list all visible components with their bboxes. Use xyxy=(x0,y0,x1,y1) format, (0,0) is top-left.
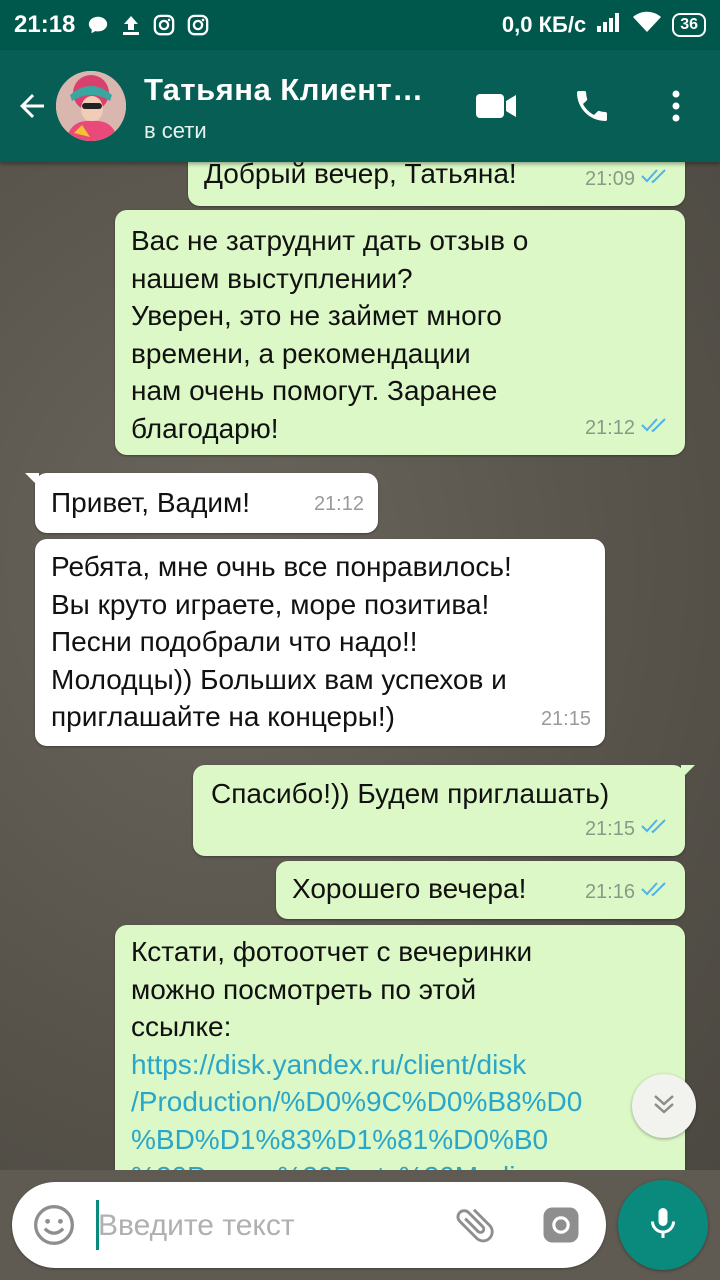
message-outgoing[interactable]: Спасибо!)) Будем приглашать) 21:15 xyxy=(193,765,695,856)
message-text: Кстати, фотоотчет с вечеринки можно посм… xyxy=(131,936,533,1042)
attach-icon[interactable] xyxy=(452,1202,498,1253)
phone-icon[interactable] xyxy=(572,86,612,131)
chat-header: Татьяна Клиент… в сети xyxy=(0,50,720,162)
chevron-double-down-icon xyxy=(650,1090,678,1123)
double-check-icon xyxy=(641,811,671,849)
message-meta: 21:09 xyxy=(585,162,671,198)
emoji-icon[interactable] xyxy=(32,1203,76,1252)
message-meta: 21:16 xyxy=(585,874,671,912)
signal-icon xyxy=(596,11,622,39)
back-arrow-icon[interactable] xyxy=(14,88,50,129)
message-composer xyxy=(12,1182,606,1268)
upload-icon xyxy=(121,14,141,36)
message-time: 21:12 xyxy=(584,416,635,439)
message-time: 21:12 xyxy=(313,492,364,515)
status-time: 21:18 xyxy=(14,11,76,38)
message-meta: 21:12 xyxy=(314,486,364,524)
message-outgoing[interactable]: Добрый вечер, Татьяна! 21:09 xyxy=(188,162,685,206)
message-time: 21:15 xyxy=(584,817,635,840)
scroll-to-bottom-button[interactable] xyxy=(632,1074,696,1138)
status-bar: 21:18 0,0 КБ/с 36 xyxy=(0,0,720,50)
message-time: 21:09 xyxy=(584,167,635,190)
contact-name[interactable]: Татьяна Клиент… xyxy=(144,72,424,108)
message-outgoing[interactable]: Вас не затруднит дать отзыв о нашем выст… xyxy=(115,210,685,455)
mic-icon xyxy=(645,1203,681,1248)
battery-indicator: 36 xyxy=(672,13,706,37)
message-outgoing[interactable]: Кстати, фотоотчет с вечеринки можно посм… xyxy=(115,925,685,1170)
more-vert-icon[interactable] xyxy=(664,86,688,131)
message-link[interactable]: https://disk.yandex.ru/client/disk /Prod… xyxy=(131,1049,582,1171)
mic-button[interactable] xyxy=(618,1180,708,1270)
network-speed: 0,0 КБ/с xyxy=(501,12,587,37)
message-meta: 21:15 xyxy=(585,811,671,849)
video-call-icon[interactable] xyxy=(474,86,518,131)
double-check-icon xyxy=(641,162,671,198)
message-incoming[interactable]: Ребята, мне очнь все понравилось! Вы кру… xyxy=(35,539,605,746)
instagram-icon xyxy=(187,14,209,36)
contact-status: в сети xyxy=(144,118,207,143)
message-incoming[interactable]: Привет, Вадим! 21:12 xyxy=(25,473,378,533)
message-meta: 21:12 xyxy=(585,410,671,448)
message-text: Привет, Вадим! xyxy=(51,487,251,518)
message-list[interactable]: Добрый вечер, Татьяна! 21:09 Вас не затр… xyxy=(0,162,720,1170)
wifi-icon xyxy=(632,11,662,39)
message-time: 21:16 xyxy=(584,880,635,903)
message-text: Вас не затруднит дать отзыв о нашем выст… xyxy=(131,225,529,444)
double-check-icon xyxy=(641,874,671,912)
message-text: Хорошего вечера! xyxy=(292,873,527,904)
instagram-icon xyxy=(153,14,175,36)
message-text: Спасибо!)) Будем приглашать) xyxy=(211,778,610,809)
avatar[interactable] xyxy=(56,71,126,141)
message-icon xyxy=(87,14,109,36)
message-time: 21:15 xyxy=(540,707,591,730)
message-text: Ребята, мне очнь все понравилось! Вы кру… xyxy=(51,551,512,732)
camera-icon[interactable] xyxy=(540,1204,582,1251)
message-input[interactable] xyxy=(96,1202,430,1250)
message-outgoing[interactable]: Хорошего вечера! 21:16 xyxy=(276,861,685,919)
double-check-icon xyxy=(641,410,671,448)
message-meta: 21:15 xyxy=(541,701,591,739)
message-text: Добрый вечер, Татьяна! xyxy=(204,162,517,189)
